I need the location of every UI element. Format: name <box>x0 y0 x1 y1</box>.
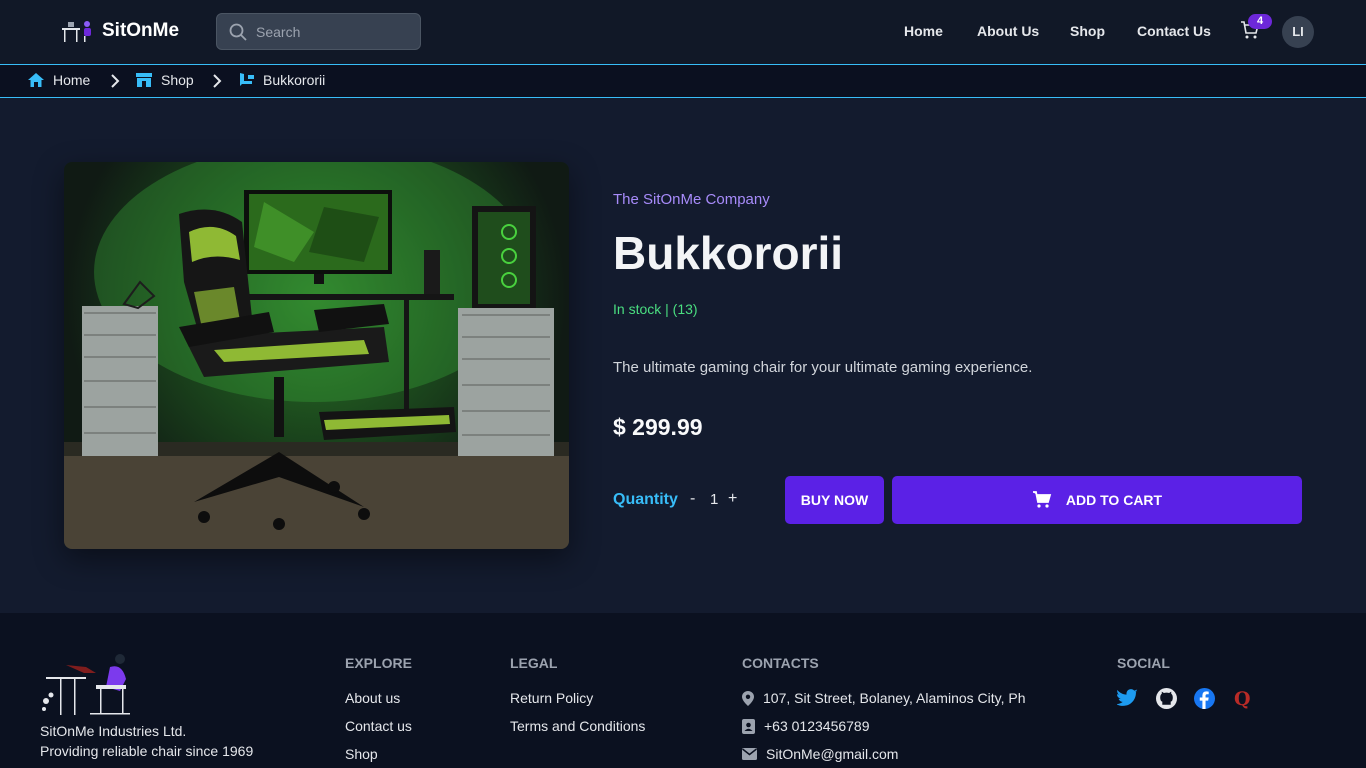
footer-social-heading: SOCIAL <box>1117 655 1170 671</box>
footer-email[interactable]: SitOnMe@gmail.com <box>742 746 898 762</box>
phone-book-icon <box>742 718 755 734</box>
footer-logo-illustration <box>42 654 130 715</box>
footer-address: 107, Sit Street, Bolaney, Alaminos City,… <box>742 690 1026 706</box>
cart-icon <box>1032 491 1052 508</box>
quantity-value: 1 <box>710 491 719 508</box>
footer-explore-heading: EXPLORE <box>345 655 412 671</box>
footer-phone-text: +63 0123456789 <box>764 718 870 734</box>
chevron-right-icon <box>213 74 222 88</box>
breadcrumb-shop[interactable]: Shop <box>135 72 194 88</box>
chair-icon <box>240 73 254 86</box>
twitter-icon[interactable] <box>1117 687 1139 709</box>
footer-link-terms[interactable]: Terms and Conditions <box>510 718 645 734</box>
add-to-cart-button[interactable]: ADD TO CART <box>892 476 1302 524</box>
quora-icon[interactable]: Q <box>1231 687 1253 709</box>
breadcrumb-shop-label: Shop <box>161 72 194 88</box>
product-title: Bukkororii <box>613 227 844 279</box>
product-price: $ 299.99 <box>613 414 703 440</box>
top-navbar: SitOnMe Home About Us Shop Contact Us 4 … <box>0 0 1366 64</box>
footer-link-contact-us[interactable]: Contact us <box>345 718 412 734</box>
footer-address-text: 107, Sit Street, Bolaney, Alaminos City,… <box>763 690 1026 706</box>
quantity-label: Quantity <box>613 491 678 508</box>
stock-status: In stock | (13) <box>613 301 698 317</box>
search-box[interactable] <box>216 13 421 50</box>
email-icon <box>742 748 757 760</box>
breadcrumb-product-label: Bukkororii <box>263 72 326 88</box>
breadcrumb-home[interactable]: Home <box>27 72 90 88</box>
footer-tagline: Providing reliable chair since 1969 <box>40 743 254 759</box>
buy-now-button[interactable]: BUY NOW <box>785 476 884 524</box>
nav-shop[interactable]: Shop <box>1070 23 1105 39</box>
quantity-increase-button[interactable]: + <box>728 490 737 508</box>
breadcrumb-product: Bukkororii <box>237 72 325 88</box>
github-icon[interactable] <box>1155 687 1177 709</box>
search-input[interactable] <box>256 23 406 40</box>
footer-link-return-policy[interactable]: Return Policy <box>510 690 593 706</box>
footer-company-name: SitOnMe Industries Ltd. <box>40 723 187 739</box>
footer-phone[interactable]: +63 0123456789 <box>742 718 870 734</box>
chair-logo-icon <box>62 21 91 42</box>
footer-legal-heading: LEGAL <box>510 655 558 671</box>
location-pin-icon <box>742 690 754 706</box>
footer-email-text: SitOnMe@gmail.com <box>766 746 899 762</box>
nav-contact-us[interactable]: Contact Us <box>1137 23 1211 39</box>
breadcrumb: Home Shop Bukkororii <box>0 64 1366 98</box>
brand-logo[interactable]: SitOnMe <box>60 18 179 44</box>
add-to-cart-label: ADD TO CART <box>1065 492 1163 508</box>
company-name[interactable]: The SitOnMe Company <box>613 191 770 208</box>
footer-contacts-heading: CONTACTS <box>742 655 819 671</box>
user-avatar[interactable]: LI <box>1282 16 1314 48</box>
svg-text:Q: Q <box>1234 688 1251 709</box>
search-icon <box>229 23 247 41</box>
footer-link-about-us[interactable]: About us <box>345 690 400 706</box>
facebook-icon[interactable] <box>1193 687 1215 709</box>
social-icons: Q <box>1117 687 1253 709</box>
product-description: The ultimate gaming chair for your ultim… <box>613 359 1033 376</box>
chevron-right-icon <box>111 74 120 88</box>
footer-link-shop[interactable]: Shop <box>345 746 378 762</box>
home-icon <box>28 73 44 87</box>
store-icon <box>136 73 152 87</box>
breadcrumb-home-label: Home <box>53 72 91 88</box>
buy-now-label: BUY NOW <box>800 492 869 508</box>
nav-about-us[interactable]: About Us <box>977 23 1039 39</box>
product-image <box>64 162 569 549</box>
footer: SitOnMe Industries Ltd. Providing reliab… <box>0 613 1366 768</box>
cart-count-badge: 4 <box>1248 14 1272 29</box>
product-section: The SitOnMe Company Bukkororii In stock … <box>0 98 1366 613</box>
brand-name: SitOnMe <box>102 20 180 41</box>
quantity-decrease-button[interactable]: - <box>690 490 695 508</box>
nav-home[interactable]: Home <box>904 23 943 39</box>
